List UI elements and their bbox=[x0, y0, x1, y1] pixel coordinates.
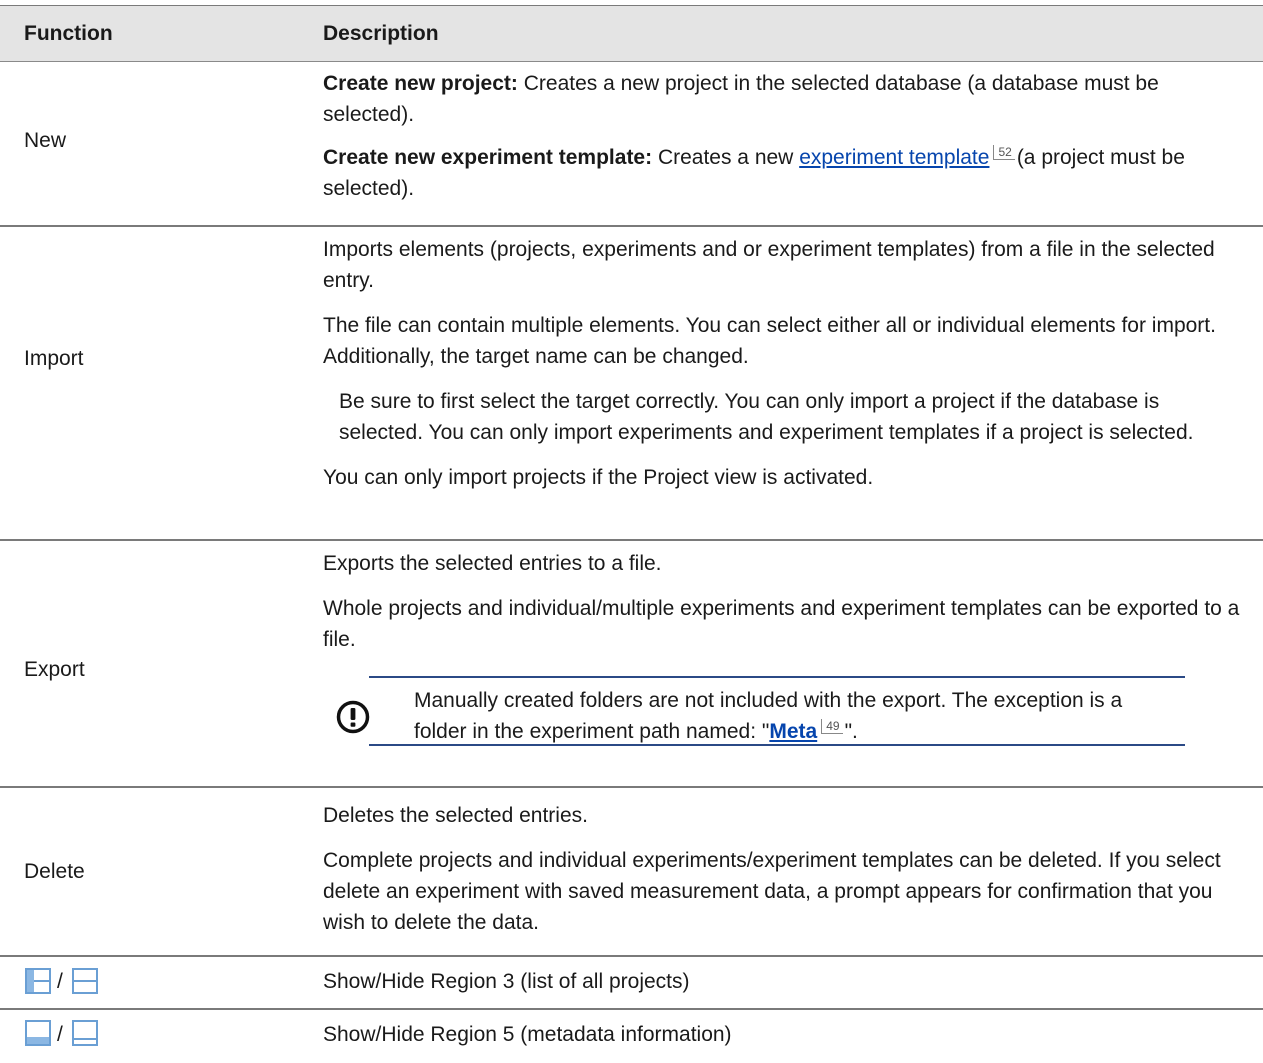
region3-separator: / bbox=[57, 970, 63, 993]
export-note: Manually created folders are not include… bbox=[414, 685, 1174, 747]
export-text-1: Exports the selected entries to a file. bbox=[323, 552, 662, 575]
panel-bottom-hide-icon bbox=[72, 1020, 98, 1046]
new-template-label: Create new experiment template: bbox=[323, 146, 653, 169]
row-divider bbox=[0, 1008, 1263, 1010]
description-export: Exports the selected entries to a file. … bbox=[323, 548, 1243, 655]
row-divider bbox=[0, 539, 1263, 541]
page-ref-49[interactable]: 49 bbox=[821, 719, 843, 734]
delete-text-2: Complete projects and individual experim… bbox=[323, 849, 1221, 934]
note-top-rule bbox=[369, 676, 1185, 678]
function-delete: Delete bbox=[24, 860, 85, 883]
import-text-2: The file can contain multiple elements. … bbox=[323, 314, 1216, 368]
new-template-text: Create new experiment template: Creates … bbox=[323, 142, 1243, 204]
description-delete: Deletes the selected entries. Complete p… bbox=[323, 800, 1243, 938]
panel-left-hide-icon bbox=[72, 968, 98, 994]
header-description: Description bbox=[323, 22, 439, 45]
function-new: New bbox=[24, 129, 67, 152]
function-import: Import bbox=[24, 347, 84, 370]
panel-left-show-icon bbox=[25, 968, 51, 994]
region3-description: Show/Hide Region 3 (list of all projects… bbox=[323, 970, 690, 993]
new-project-text: Create new project: Creates a new projec… bbox=[323, 68, 1243, 130]
new-template-desc: Creates a new bbox=[652, 146, 800, 169]
row-divider bbox=[0, 786, 1263, 788]
new-project-label: Create new project: bbox=[323, 72, 518, 95]
description-import: Imports elements (projects, experiments … bbox=[323, 234, 1243, 493]
note-bottom-rule bbox=[369, 744, 1185, 746]
exclamation-circle-icon bbox=[336, 700, 370, 734]
header-function: Function bbox=[24, 22, 113, 45]
import-text-1: Imports elements (projects, experiments … bbox=[323, 238, 1215, 292]
export-text-2: Whole projects and individual/multiple e… bbox=[323, 597, 1240, 651]
delete-text-1: Deletes the selected entries. bbox=[323, 804, 588, 827]
region5-separator: / bbox=[57, 1023, 63, 1046]
region5-description: Show/Hide Region 5 (metadata information… bbox=[323, 1023, 732, 1046]
row-divider bbox=[0, 225, 1263, 227]
table-header: Function Description bbox=[0, 6, 1263, 62]
page-ref-52[interactable]: 52 bbox=[993, 145, 1015, 160]
import-note: Be sure to first select the target corre… bbox=[339, 390, 1194, 444]
function-export: Export bbox=[24, 658, 85, 681]
row-divider bbox=[0, 955, 1263, 957]
panel-bottom-show-icon bbox=[25, 1020, 51, 1046]
description-new: Create new project: Creates a new projec… bbox=[323, 68, 1243, 204]
export-note-end: ". bbox=[844, 720, 858, 743]
experiment-template-link[interactable]: experiment template bbox=[799, 146, 989, 169]
import-text-3: You can only import projects if the Proj… bbox=[323, 466, 874, 489]
meta-link[interactable]: Meta bbox=[769, 720, 817, 743]
export-note-text: Manually created folders are not include… bbox=[414, 685, 1174, 747]
